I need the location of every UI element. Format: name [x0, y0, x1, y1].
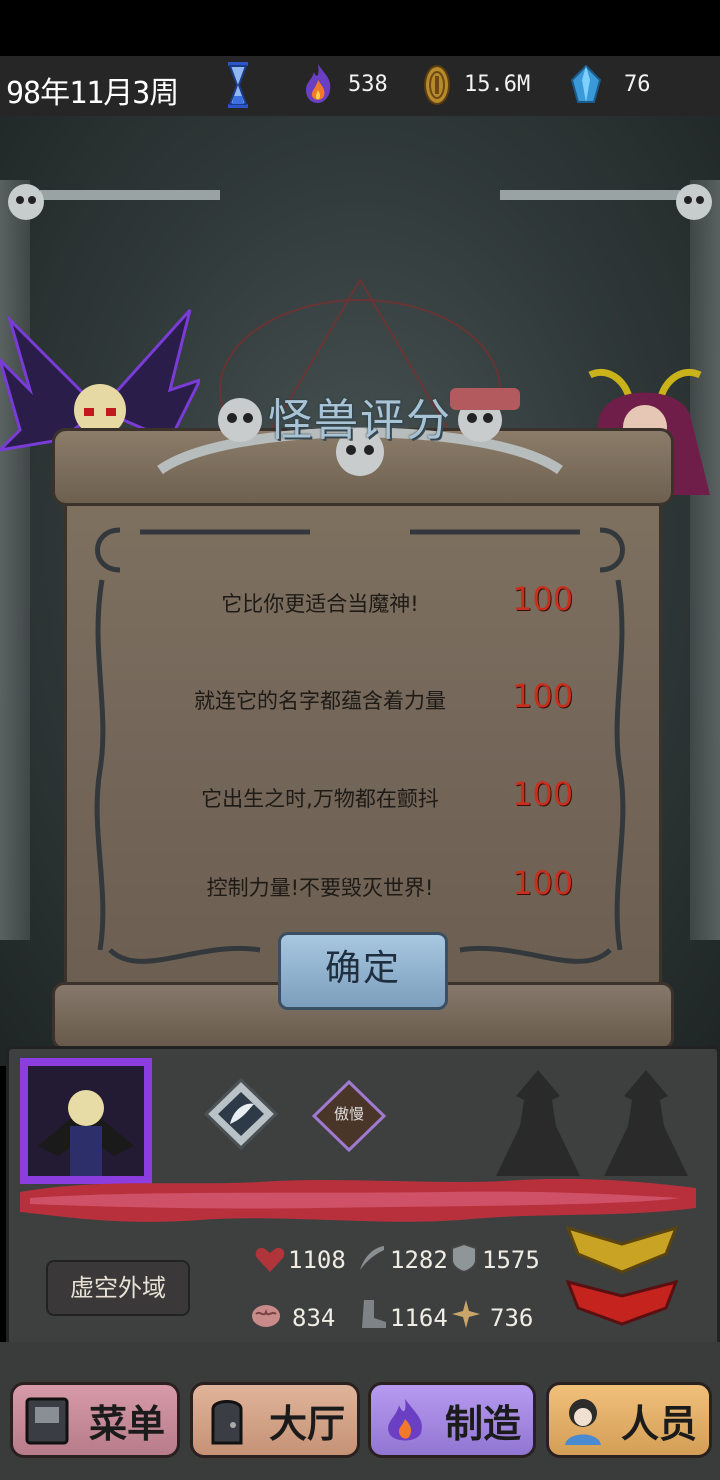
score-row-value: 100: [512, 677, 574, 715]
game-date: 98年11月3周: [6, 76, 179, 111]
nav-craft-label: 制造: [444, 1401, 521, 1446]
locked-slot-silhouette[interactable]: [598, 1066, 694, 1176]
hourglass-icon: [228, 62, 248, 108]
nav-craft-button[interactable]: 制造: [368, 1382, 536, 1458]
bone-frame-top: [8, 184, 712, 220]
nav-menu-button[interactable]: 菜单: [10, 1382, 180, 1458]
coin-icon: [424, 65, 450, 105]
door-icon: [211, 1400, 243, 1445]
score-row-value: 100: [512, 775, 574, 813]
attack-value: 1282: [390, 1246, 448, 1274]
score-row-text: 它出生之时,万物都在颤抖: [201, 787, 439, 811]
flame-icon: [306, 64, 331, 103]
pride-emblem-label: 傲慢: [333, 1105, 364, 1123]
shield-icon: [451, 1242, 477, 1274]
magic-value: 736: [490, 1304, 534, 1332]
speed-value: 1164: [390, 1304, 448, 1332]
locked-slot-silhouette[interactable]: [490, 1066, 586, 1176]
confirm-button[interactable]: 确定: [278, 932, 448, 1010]
crystal-icon: [570, 64, 602, 103]
claw-icon: [360, 1246, 384, 1270]
score-row-value: 100: [512, 580, 574, 618]
nav-staff-label: 人员: [620, 1401, 697, 1446]
monster-portrait[interactable]: [18, 1056, 154, 1186]
location-label[interactable]: 虚空外域: [46, 1260, 190, 1316]
wing-emblem-icon[interactable]: [204, 1078, 278, 1150]
blood-splatter-bar: [20, 1178, 696, 1222]
red-rank-wings-icon[interactable]: [566, 1278, 678, 1328]
score-row-value: 100: [512, 864, 574, 902]
nav-menu-label: 菜单: [88, 1401, 165, 1446]
brain-icon: [252, 1305, 280, 1327]
boot-icon: [362, 1300, 386, 1328]
coin-count: 15.6M: [464, 72, 531, 97]
person-icon: [565, 1399, 601, 1445]
craft-flame-icon: [388, 1399, 422, 1441]
nav-hall-button[interactable]: 大厅: [190, 1382, 360, 1458]
hp-value: 1108: [288, 1246, 346, 1274]
crystal-count: 76: [624, 72, 651, 97]
score-row-text: 就连它的名字都蕴含着力量: [194, 689, 446, 713]
score-row-text: 控制力量!不要毁灭世界!: [206, 876, 434, 900]
bone-frame-right: [690, 180, 720, 940]
defense-value: 1575: [482, 1246, 540, 1274]
book-icon: [25, 1397, 69, 1445]
nav-hall-label: 大厅: [268, 1401, 345, 1446]
score-row-text: 它比你更适合当魔神!: [221, 592, 419, 616]
dialog-title: 怪兽评分: [268, 395, 452, 446]
bone-frame-left: [0, 180, 30, 940]
sparkle-icon: [452, 1300, 480, 1328]
nav-staff-button[interactable]: 人员: [546, 1382, 712, 1458]
intellect-value: 834: [292, 1304, 336, 1332]
heart-icon: [255, 1247, 285, 1272]
gold-rank-wings-icon[interactable]: [566, 1224, 678, 1276]
flame-count: 538: [348, 72, 388, 97]
